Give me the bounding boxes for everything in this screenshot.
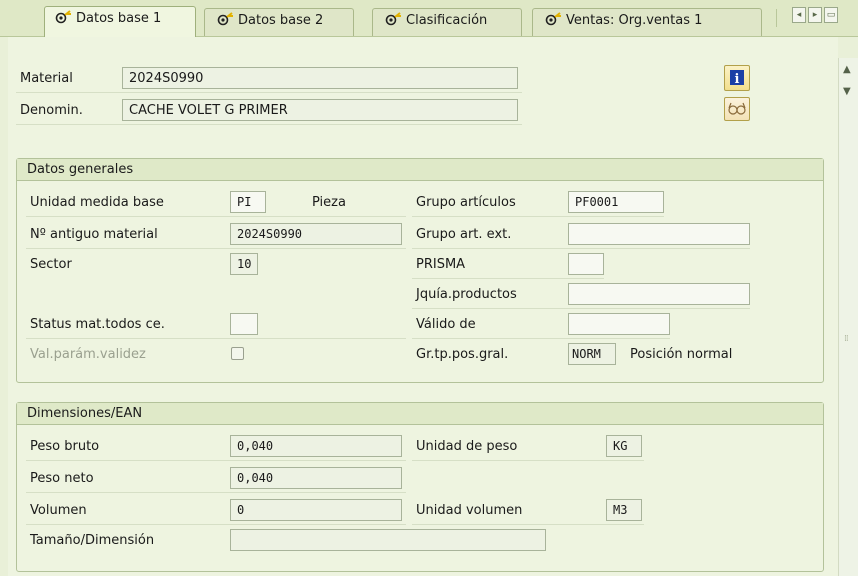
grupo-articulos-field[interactable]: PF0001 xyxy=(568,191,664,213)
row-divider xyxy=(16,92,522,93)
jquia-productos-label: Jquía.productos xyxy=(416,287,517,302)
tab-strip: Datos base 1 Datos base 2 Clasificación … xyxy=(0,0,858,37)
tab-ventas-org-ventas-1[interactable]: Ventas: Org.ventas 1 xyxy=(532,8,762,36)
unidad-peso-field[interactable]: KG xyxy=(606,435,642,457)
tab-scroll-right-button[interactable]: ▸ xyxy=(808,7,822,23)
row-divider xyxy=(412,460,644,461)
grupo-articulos-label: Grupo artículos xyxy=(416,195,516,210)
volumen-label: Volumen xyxy=(30,503,87,518)
sector-field[interactable]: 10 xyxy=(230,253,258,275)
status-mat-label: Status mat.todos ce. xyxy=(30,317,165,332)
row-divider xyxy=(412,248,750,249)
row-divider xyxy=(412,308,750,309)
denomin-field[interactable]: CACHE VOLET G PRIMER xyxy=(122,99,518,121)
grupo-art-ext-field[interactable] xyxy=(568,223,750,245)
row-divider xyxy=(412,524,644,525)
sector-label: Sector xyxy=(30,257,72,272)
tamano-dimension-label: Tamaño/Dimensión xyxy=(30,533,155,548)
gr-tp-pos-gral-field[interactable]: NORM xyxy=(568,343,616,365)
peso-neto-label: Peso neto xyxy=(30,471,94,486)
svg-text:i: i xyxy=(735,72,740,87)
valido-de-label: Válido de xyxy=(416,317,476,332)
tab-clasificacion[interactable]: Clasificación xyxy=(372,8,522,36)
tamano-dimension-field[interactable] xyxy=(230,529,546,551)
unidad-medida-base-field[interactable]: PI xyxy=(230,191,266,213)
gr-tp-pos-gral-text: Posición normal xyxy=(630,347,733,362)
row-divider xyxy=(16,124,522,125)
prisma-field[interactable] xyxy=(568,253,604,275)
peso-neto-field[interactable]: 0,040 xyxy=(230,467,402,489)
row-divider xyxy=(26,524,406,525)
scroll-up-icon[interactable]: ▲ xyxy=(843,64,851,75)
tab-label: Ventas: Org.ventas 1 xyxy=(566,13,703,28)
material-label: Material xyxy=(20,71,73,86)
antiguo-material-field[interactable]: 2024S0990 xyxy=(230,223,402,245)
grupo-art-ext-label: Grupo art. ext. xyxy=(416,227,512,242)
tab-key-icon xyxy=(55,10,73,24)
tab-datos-base-2[interactable]: Datos base 2 xyxy=(204,8,354,36)
tab-key-icon xyxy=(545,12,563,26)
peso-bruto-label: Peso bruto xyxy=(30,439,100,454)
jquia-productos-field[interactable] xyxy=(568,283,750,305)
tab-key-icon xyxy=(385,12,403,26)
row-divider xyxy=(26,460,406,461)
tab-label: Datos base 2 xyxy=(238,13,324,28)
gr-tp-pos-gral-label: Gr.tp.pos.gral. xyxy=(416,347,509,362)
glasses-icon xyxy=(728,102,746,115)
prisma-label: PRISMA xyxy=(416,257,466,272)
row-divider xyxy=(26,216,406,217)
tab-scroll-left-button[interactable]: ◂ xyxy=(792,7,806,23)
tab-datos-base-1[interactable]: Datos base 1 xyxy=(44,6,196,37)
val-param-validez-checkbox[interactable] xyxy=(231,347,244,360)
info-icon: i xyxy=(730,70,744,87)
row-divider xyxy=(26,248,406,249)
valido-de-field[interactable] xyxy=(568,313,670,335)
tab-separator xyxy=(776,9,777,27)
row-divider xyxy=(412,278,604,279)
status-mat-field[interactable] xyxy=(230,313,258,335)
tab-label: Clasificación xyxy=(406,13,488,28)
material-field[interactable]: 2024S0990 xyxy=(122,67,518,89)
glasses-button[interactable] xyxy=(724,97,750,121)
unidad-volumen-field[interactable]: M3 xyxy=(606,499,642,521)
main-content: Material 2024S0990 Denomin. CACHE VOLET … xyxy=(8,37,838,576)
scroll-grip-icon[interactable]: ⁞⁞ xyxy=(844,334,849,344)
row-divider xyxy=(412,216,664,217)
row-divider xyxy=(412,338,670,339)
peso-bruto-field[interactable]: 0,040 xyxy=(230,435,402,457)
vertical-scrollbar[interactable]: ▲ ▼ ⁞⁞ xyxy=(838,58,858,576)
row-divider xyxy=(26,492,406,493)
unidad-volumen-label: Unidad volumen xyxy=(416,503,523,518)
scroll-down-icon[interactable]: ▼ xyxy=(843,86,851,97)
val-param-validez-label: Val.parám.validez xyxy=(30,347,146,362)
row-divider xyxy=(26,338,406,339)
tab-label: Datos base 1 xyxy=(76,11,162,26)
info-button[interactable]: i xyxy=(724,65,750,91)
unidad-peso-label: Unidad de peso xyxy=(416,439,518,454)
antiguo-material-label: Nº antiguo material xyxy=(30,227,158,242)
dimensiones-ean-title: Dimensiones/EAN xyxy=(17,403,823,425)
denomin-label: Denomin. xyxy=(20,103,83,118)
unidad-medida-base-text: Pieza xyxy=(312,195,346,210)
tab-key-icon xyxy=(217,12,235,26)
volumen-field[interactable]: 0 xyxy=(230,499,402,521)
unidad-medida-base-label: Unidad medida base xyxy=(30,195,164,210)
datos-generales-title: Datos generales xyxy=(17,159,823,181)
tab-list-button[interactable]: ▭ xyxy=(824,7,838,23)
